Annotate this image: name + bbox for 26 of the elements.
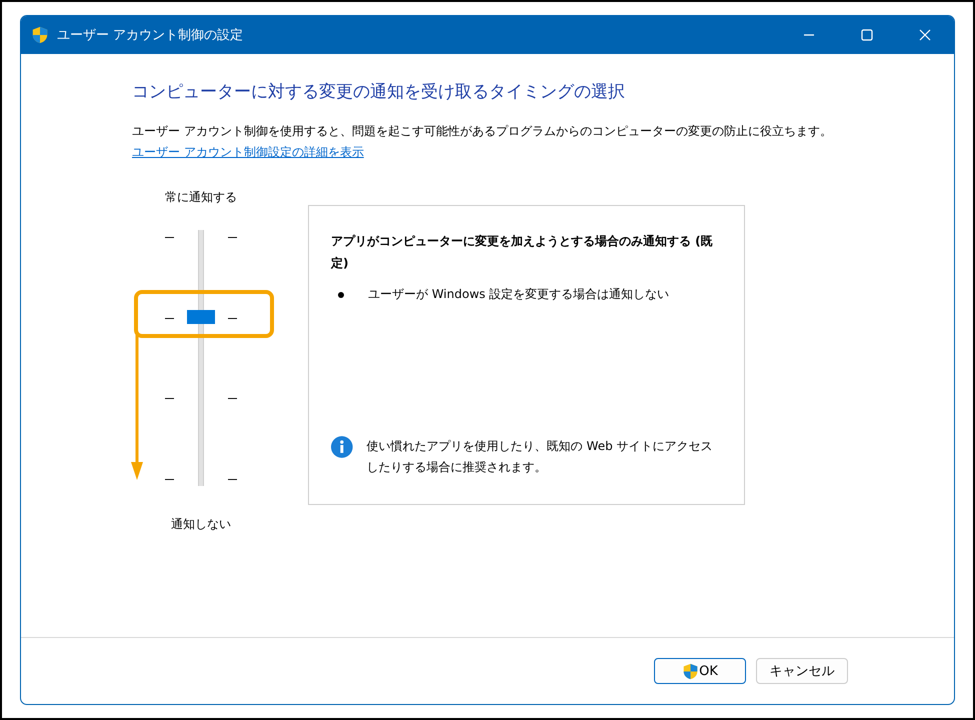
bullet-text: ユーザーが Windows 設定を変更する場合は通知しない bbox=[368, 286, 670, 303]
tick-mark bbox=[165, 237, 174, 238]
setting-title: アプリがコンピューターに変更を加えようとする場合のみ通知する (既定) bbox=[331, 233, 714, 272]
tick-mark bbox=[228, 398, 237, 400]
shield-icon bbox=[682, 662, 700, 680]
info-icon bbox=[331, 436, 353, 458]
details-link[interactable]: ユーザー アカウント制御設定の詳細を表示 bbox=[132, 144, 364, 161]
maximize-icon bbox=[861, 29, 873, 41]
tick-mark bbox=[228, 318, 237, 319]
bullet-icon bbox=[338, 292, 344, 298]
slider-bottom-label: 通知しない bbox=[171, 516, 231, 533]
slider-top-label: 常に通知する bbox=[165, 189, 237, 206]
description: ユーザー アカウント制御を使用すると、問題を起こす可能性があるプログラムからのコンピューターの変更の防止に役立ちます。 bbox=[132, 123, 833, 140]
slider-thumb[interactable] bbox=[187, 310, 215, 324]
tick-mark bbox=[165, 398, 174, 400]
tick-mark bbox=[228, 479, 237, 480]
window-title: ユーザー アカウント制御の設定 bbox=[57, 27, 244, 44]
heading: コンピューターに対する変更の通知を受け取るタイミングの選択 bbox=[132, 81, 626, 103]
shield-icon bbox=[31, 26, 49, 44]
cancel-button[interactable]: キャンセル bbox=[756, 658, 848, 684]
tick-mark bbox=[165, 318, 174, 319]
ok-button[interactable]: OK bbox=[654, 658, 746, 684]
tick-mark bbox=[165, 479, 174, 480]
tick-mark bbox=[228, 237, 237, 238]
close-icon bbox=[919, 29, 931, 41]
note-text: 使い慣れたアプリを使用したり、既知の Web サイトにアクセスしたりする場合に推奨されます。 bbox=[366, 438, 714, 476]
